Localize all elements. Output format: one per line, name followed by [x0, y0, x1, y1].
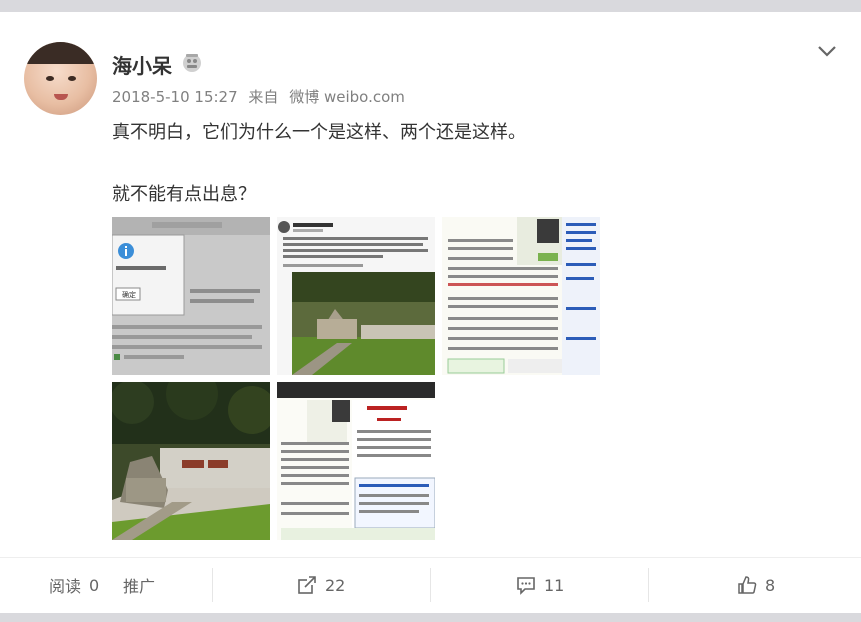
- like-count: 8: [765, 575, 776, 595]
- post-image-thumbnail-1[interactable]: 确定: [112, 217, 270, 375]
- username[interactable]: 海小呆: [112, 50, 172, 79]
- avatar-eye-left: [46, 76, 54, 81]
- comment-icon: [517, 577, 535, 595]
- post-image-thumbnail-5[interactable]: [277, 382, 435, 540]
- post-image-thumbnail-3[interactable]: [442, 217, 600, 375]
- document-screenshot-image-2: [277, 382, 435, 540]
- post-meta: 2018-5-10 15:27 来自 微博 weibo.com: [112, 86, 411, 107]
- document-screenshot-image-1: [442, 217, 600, 375]
- avatar-hair: [24, 42, 97, 64]
- read-label: 阅读: [49, 577, 82, 596]
- post-text-line-2: 就不能有点出息？: [112, 184, 256, 205]
- footer-separator-2: [430, 568, 431, 602]
- comment-button[interactable]: 11: [516, 558, 564, 612]
- comment-count: 11: [544, 575, 565, 595]
- vip-badge-icon: [183, 54, 201, 72]
- share-icon: [298, 576, 316, 594]
- chevron-down-icon[interactable]: [815, 42, 839, 60]
- like-button[interactable]: 8: [737, 558, 775, 612]
- dialog-screenshot-image: 确定: [112, 217, 270, 375]
- footer-separator-3: [648, 568, 649, 602]
- monument-photo-image: [112, 382, 270, 540]
- thumbs-up-icon: [738, 576, 757, 594]
- footer-separator-1: [212, 568, 213, 602]
- dialog-confirm-text: 确定: [122, 290, 136, 299]
- promote-button[interactable]: 推广: [123, 558, 155, 612]
- post-text-line-1: 真不明白，它们为什么一个是这样、两个还是这样。: [112, 122, 526, 143]
- source-prefix: 来自: [248, 88, 279, 106]
- post-footer-toolbar: 阅读 0 推广 22 11 8: [0, 558, 861, 612]
- promote-label: 推广: [123, 577, 156, 596]
- post-image-thumbnail-2[interactable]: [277, 217, 435, 375]
- repost-button[interactable]: 22: [297, 558, 345, 612]
- read-count-item: 阅读 0: [49, 558, 99, 612]
- avatar-mouth: [54, 94, 68, 100]
- post-image-thumbnail-4[interactable]: [112, 382, 270, 540]
- weibo-post-card: 海小呆 2018-5-10 15:27 来自 微博 weibo.com 真不明白…: [0, 12, 861, 613]
- avatar-eye-right: [68, 76, 76, 81]
- avatar[interactable]: [24, 42, 97, 115]
- post-source[interactable]: 微博 weibo.com: [289, 88, 405, 106]
- read-count: 0: [89, 575, 100, 595]
- monument-screenshot-image: [277, 217, 435, 375]
- post-timestamp[interactable]: 2018-5-10 15:27: [112, 88, 238, 106]
- repost-count: 22: [325, 575, 346, 595]
